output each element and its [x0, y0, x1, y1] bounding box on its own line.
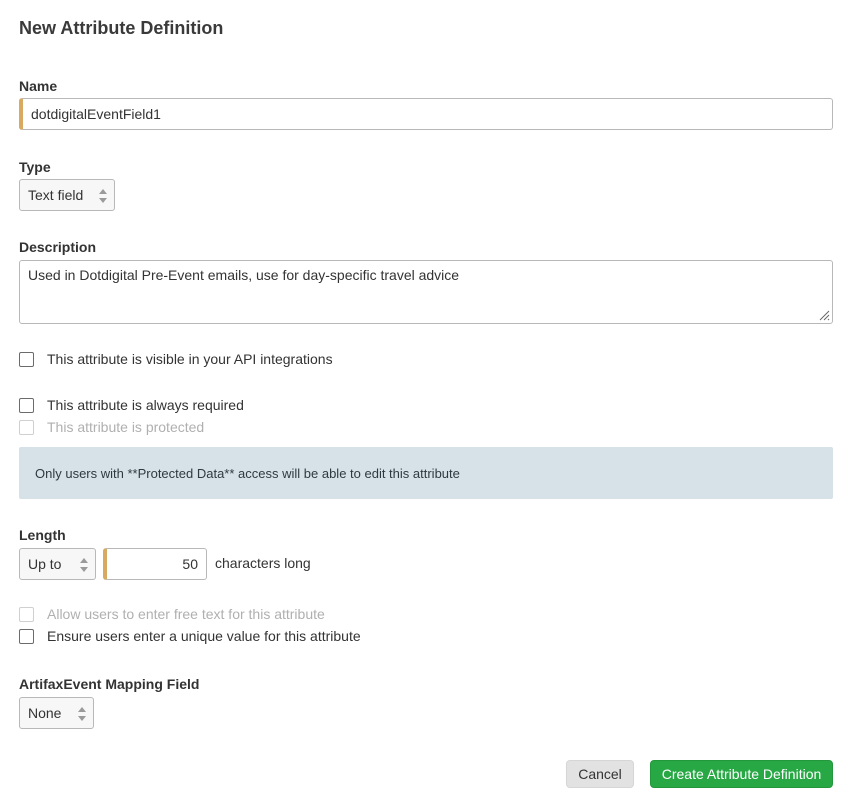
resize-grip-icon[interactable]	[818, 309, 830, 321]
info-banner-text: Only users with **Protected Data** acces…	[35, 465, 460, 481]
length-label: Length	[19, 527, 66, 543]
type-select[interactable]: Text field	[19, 179, 115, 211]
type-label: Type	[19, 159, 51, 175]
select-arrows-icon	[78, 707, 86, 721]
type-select-value: Text field	[28, 187, 84, 203]
create-button-label: Create Attribute Definition	[661, 766, 822, 782]
name-input[interactable]	[19, 98, 833, 130]
free-text-label: Allow users to enter free text for this …	[47, 606, 325, 622]
description-textarea[interactable]: Used in Dotdigital Pre-Event emails, use…	[19, 260, 833, 324]
always-required-checkbox[interactable]	[19, 398, 34, 413]
length-suffix: characters long	[215, 555, 311, 571]
dialog-title: New Attribute Definition	[19, 18, 224, 38]
new-attribute-dialog: New Attribute Definition Name Type Text …	[0, 0, 855, 800]
select-arrows-icon	[99, 189, 107, 203]
always-required-label: This attribute is always required	[47, 397, 244, 413]
free-text-checkbox	[19, 607, 34, 622]
create-attribute-button[interactable]: Create Attribute Definition	[650, 760, 833, 788]
length-input[interactable]: 50	[103, 548, 207, 580]
mapping-select[interactable]: None	[19, 697, 94, 729]
length-qualifier-value: Up to	[28, 556, 62, 572]
description-text: Used in Dotdigital Pre-Event emails, use…	[28, 267, 460, 283]
description-label: Description	[19, 239, 97, 255]
cancel-button[interactable]: Cancel	[566, 760, 634, 788]
mapping-label: ArtifaxEvent Mapping Field	[19, 676, 200, 692]
cancel-button-label: Cancel	[578, 766, 622, 782]
select-arrows-icon	[80, 558, 88, 572]
unique-value-label: Ensure users enter a unique value for th…	[47, 628, 361, 644]
protected-checkbox	[19, 420, 34, 435]
length-value: 50	[182, 556, 198, 572]
api-visible-checkbox[interactable]	[19, 352, 34, 367]
protected-label: This attribute is protected	[47, 419, 205, 435]
protected-data-info-banner: Only users with **Protected Data** acces…	[19, 447, 833, 499]
length-qualifier-select[interactable]: Up to	[19, 548, 96, 580]
api-visible-label: This attribute is visible in your API in…	[47, 351, 333, 367]
unique-value-checkbox[interactable]	[19, 629, 34, 644]
mapping-select-value: None	[28, 705, 62, 721]
name-label: Name	[19, 78, 58, 94]
